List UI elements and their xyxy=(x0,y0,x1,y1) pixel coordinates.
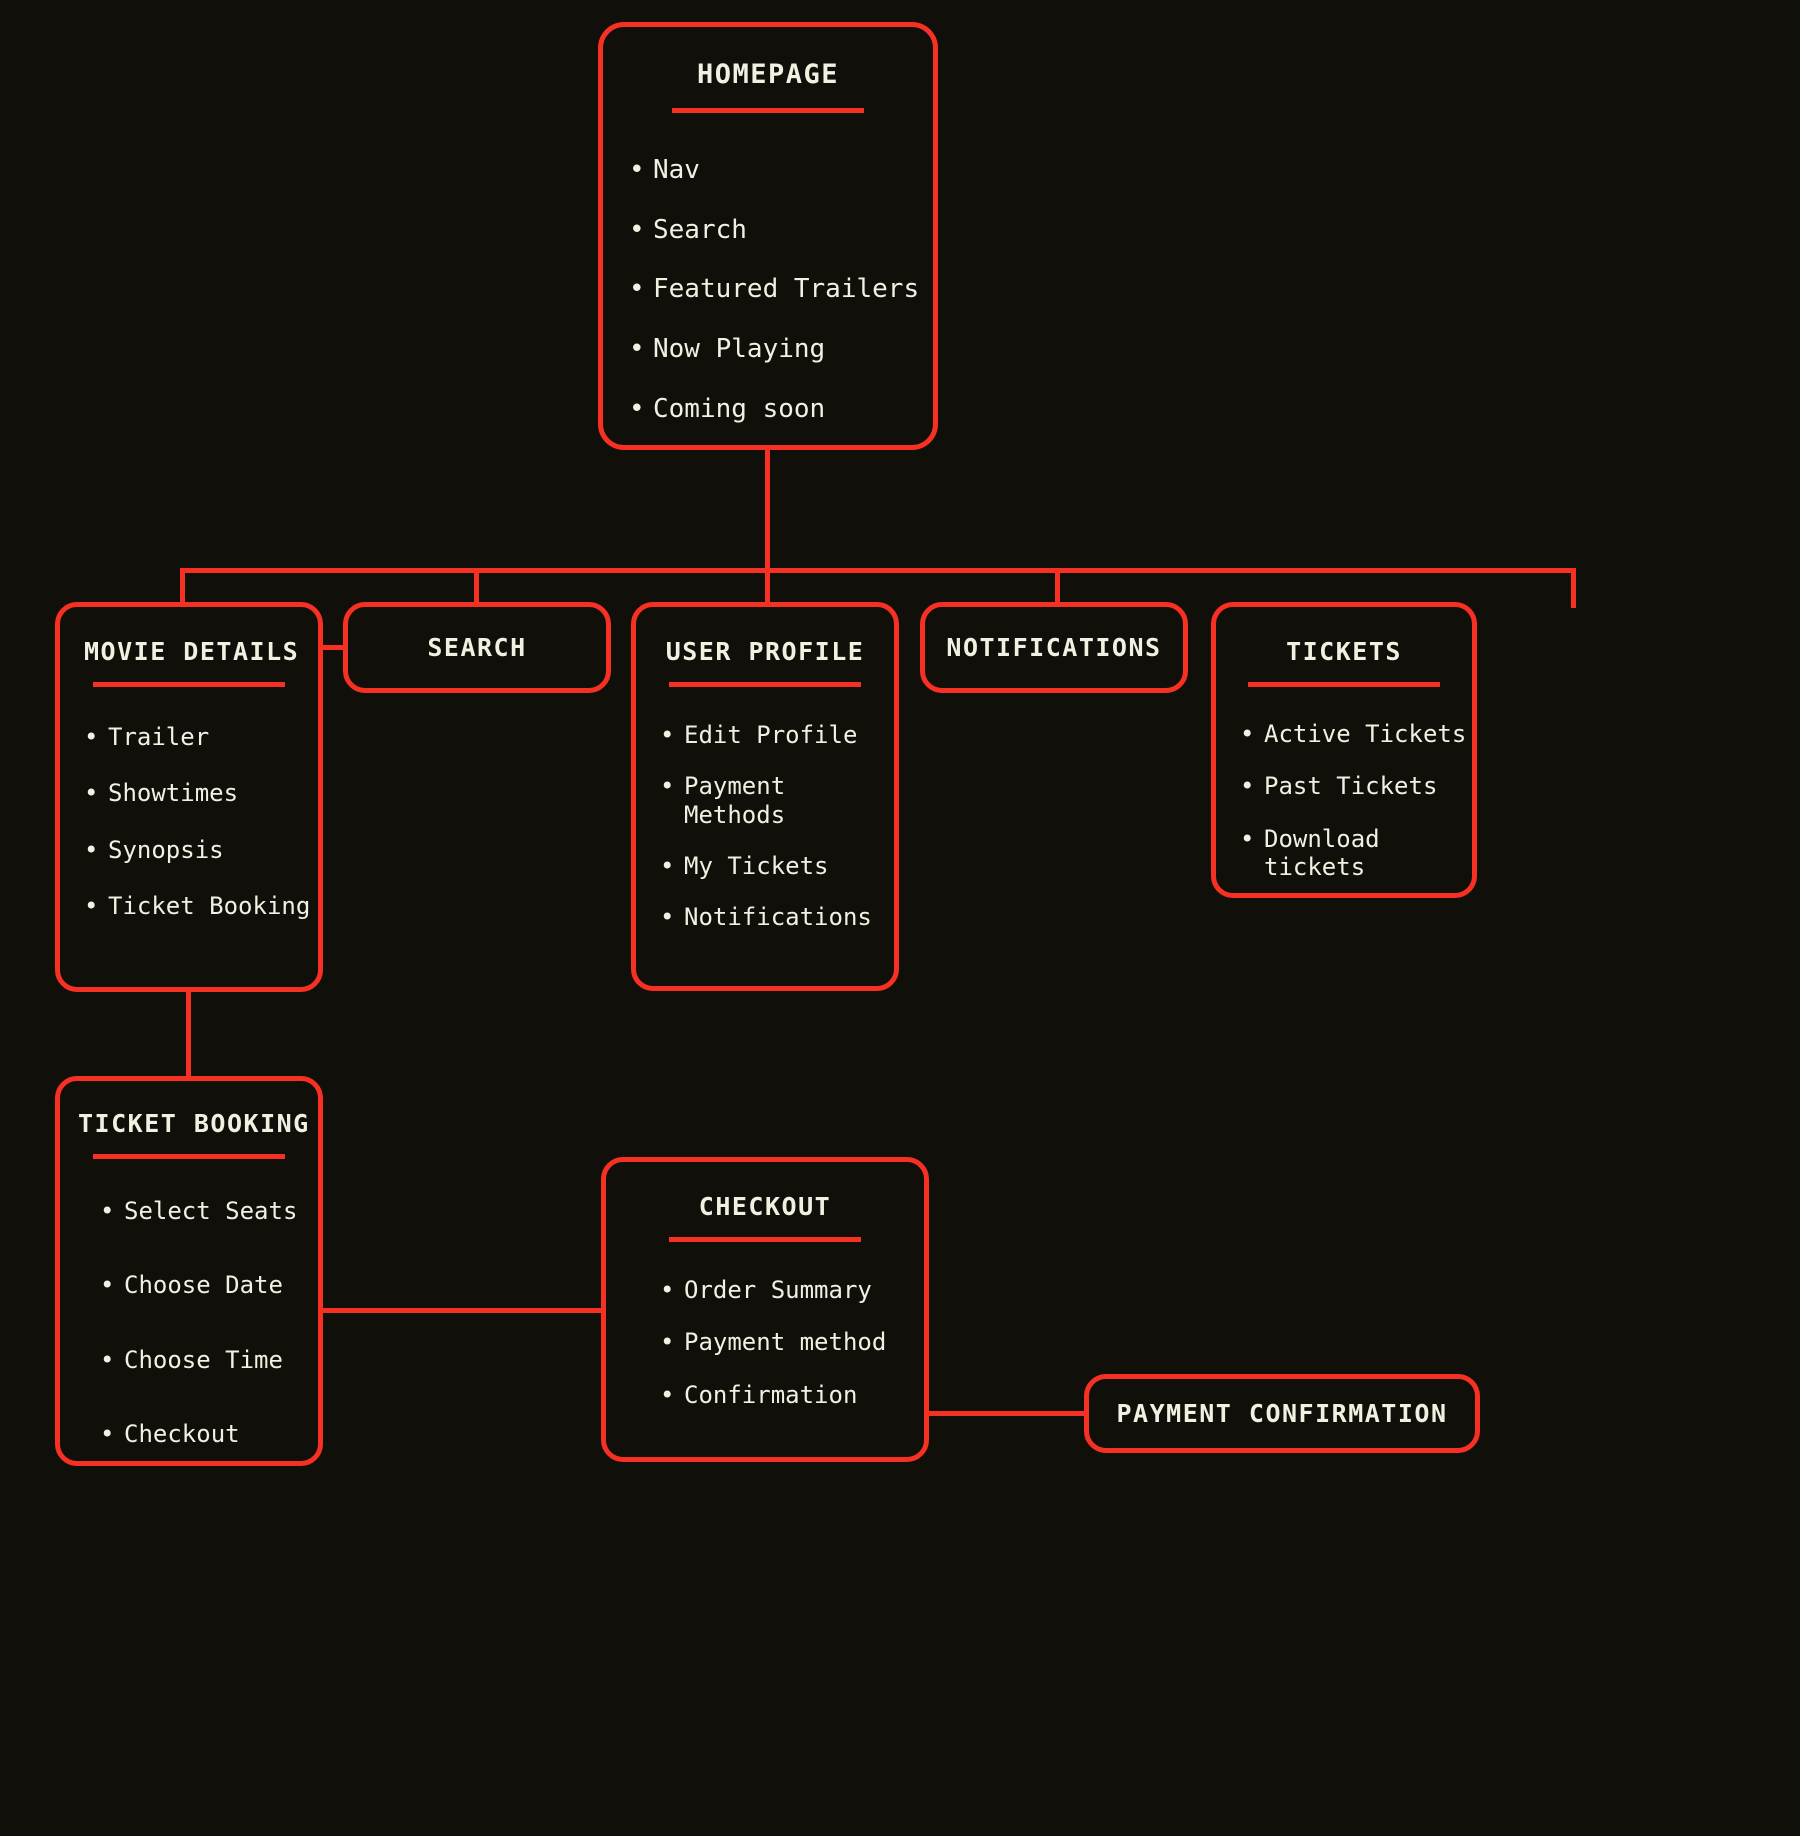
node-user-profile-divider xyxy=(669,682,861,687)
connector-main-bus xyxy=(180,568,1576,573)
node-user-profile-items: Edit Profile Payment Methods My Tickets … xyxy=(658,721,894,932)
list-item: Confirmation xyxy=(658,1381,924,1410)
node-checkout-items: Order Summary Payment method Confirmatio… xyxy=(658,1276,924,1409)
node-ticket-booking-divider xyxy=(93,1154,285,1159)
list-item: Payment method xyxy=(658,1328,924,1357)
list-item: Showtimes xyxy=(82,779,318,808)
node-tickets-items: Active Tickets Past Tickets Download tic… xyxy=(1238,720,1472,881)
node-movie-details[interactable]: MOVIE DETAILS Trailer Showtimes Synopsis… xyxy=(55,602,323,992)
connector-movie-details-to-ticket-booking xyxy=(186,988,191,1080)
node-homepage-items: Nav Search Featured Trailers Now Playing… xyxy=(627,155,933,424)
node-movie-details-divider xyxy=(93,682,285,687)
list-item: Order Summary xyxy=(658,1276,924,1305)
node-notifications-title: NOTIFICATIONS xyxy=(946,633,1162,662)
connector-checkout-to-payment-confirmation xyxy=(924,1411,1090,1416)
connector-ticket-booking-to-checkout xyxy=(318,1308,608,1313)
node-homepage-title: HOMEPAGE xyxy=(696,59,840,90)
list-item: Trailer xyxy=(82,723,318,752)
node-homepage[interactable]: HOMEPAGE Nav Search Featured Trailers No… xyxy=(598,22,938,450)
node-user-profile-title: USER PROFILE xyxy=(665,637,865,666)
node-checkout[interactable]: CHECKOUT Order Summary Payment method Co… xyxy=(601,1157,929,1462)
list-item: Now Playing xyxy=(627,334,933,365)
list-item: Choose Time xyxy=(98,1346,318,1375)
node-checkout-title: CHECKOUT xyxy=(698,1192,832,1221)
list-item: Payment Methods xyxy=(658,772,894,829)
list-item: Ticket Booking xyxy=(82,892,318,921)
node-tickets-title: TICKETS xyxy=(1286,637,1402,666)
list-item: Coming soon xyxy=(627,394,933,425)
list-item: Select Seats xyxy=(98,1197,318,1226)
node-tickets[interactable]: TICKETS Active Tickets Past Tickets Down… xyxy=(1211,602,1477,898)
node-ticket-booking[interactable]: TICKET BOOKING Select Seats Choose Date … xyxy=(55,1076,323,1466)
node-payment-confirmation[interactable]: PAYMENT CONFIRMATION xyxy=(1084,1374,1480,1453)
node-search-title: SEARCH xyxy=(427,633,527,662)
node-notifications[interactable]: NOTIFICATIONS xyxy=(920,602,1188,693)
list-item: My Tickets xyxy=(658,852,894,881)
list-item: Past Tickets xyxy=(1238,772,1472,801)
node-payment-confirmation-title: PAYMENT CONFIRMATION xyxy=(1116,1399,1448,1428)
list-item: Notifications xyxy=(658,903,894,932)
list-item: Edit Profile xyxy=(658,721,894,750)
list-item: Synopsis xyxy=(82,836,318,865)
connector-homepage-stem xyxy=(765,448,770,572)
list-item: Download tickets xyxy=(1238,825,1472,882)
node-homepage-divider xyxy=(672,108,864,113)
sitemap-diagram-canvas: HOMEPAGE Nav Search Featured Trailers No… xyxy=(0,0,1800,1836)
node-search[interactable]: SEARCH xyxy=(343,602,611,693)
node-movie-details-title: MOVIE DETAILS xyxy=(84,637,300,666)
list-item: Choose Date xyxy=(98,1271,318,1300)
list-item: Active Tickets xyxy=(1238,720,1472,749)
list-item: Search xyxy=(627,215,933,246)
node-movie-details-items: Trailer Showtimes Synopsis Ticket Bookin… xyxy=(82,723,318,921)
node-checkout-divider xyxy=(669,1237,861,1242)
node-user-profile[interactable]: USER PROFILE Edit Profile Payment Method… xyxy=(631,602,899,991)
list-item: Featured Trailers xyxy=(627,274,933,305)
list-item: Checkout xyxy=(98,1420,318,1449)
connector-drop-tickets xyxy=(1571,568,1576,608)
node-ticket-booking-items: Select Seats Choose Date Choose Time Che… xyxy=(98,1197,318,1449)
node-tickets-divider xyxy=(1248,682,1440,687)
list-item: Nav xyxy=(627,155,933,186)
node-ticket-booking-title: TICKET BOOKING xyxy=(78,1109,310,1138)
